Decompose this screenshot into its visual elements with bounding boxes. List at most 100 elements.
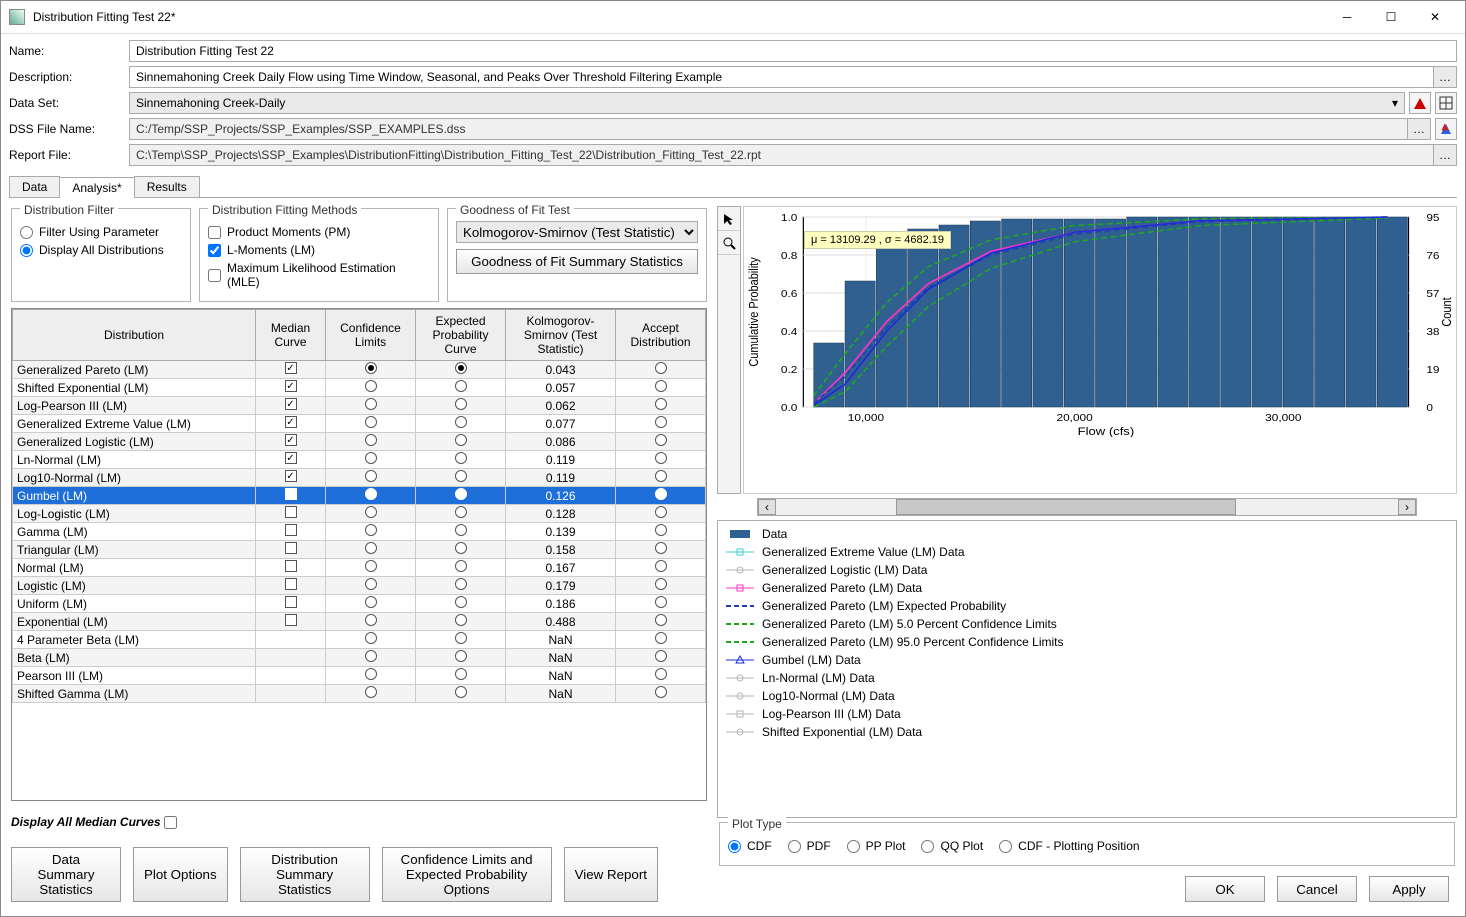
table-row[interactable]: Shifted Exponential (LM)0.057: [13, 379, 706, 397]
name-label: Name:: [9, 44, 129, 58]
legend-item[interactable]: Data: [722, 525, 1452, 543]
table-row[interactable]: Gumbel (LM)0.126: [13, 487, 706, 505]
legend-item[interactable]: Generalized Pareto (LM) Data: [722, 579, 1452, 597]
svg-text:0.2: 0.2: [781, 365, 797, 376]
scroll-thumb[interactable]: [896, 499, 1236, 515]
plot-cdfpp-radio[interactable]: CDF - Plotting Position: [999, 839, 1139, 853]
table-row[interactable]: Logistic (LM)0.179: [13, 577, 706, 595]
cancel-button[interactable]: Cancel: [1277, 876, 1357, 902]
gof-test-select[interactable]: Kolmogorov-Smirnov (Test Statistic): [456, 221, 698, 243]
table-row[interactable]: Shifted Gamma (LM)NaN: [13, 685, 706, 703]
dataset-select[interactable]: Sinnemahoning Creek-Daily▾: [129, 92, 1405, 114]
plot-type-legend: Plot Type: [728, 817, 786, 831]
tab-analysis[interactable]: Analysis*: [59, 177, 134, 198]
legend-item[interactable]: Log-Pearson III (LM) Data: [722, 705, 1452, 723]
gof-legend: Goodness of Fit Test: [456, 203, 574, 217]
table-icon[interactable]: [1435, 92, 1457, 114]
zoom-tool[interactable]: [718, 231, 740, 255]
table-row[interactable]: Ln-Normal (LM)0.119: [13, 451, 706, 469]
plot-pp-radio[interactable]: PP Plot: [847, 839, 906, 853]
legend-item[interactable]: Generalized Logistic (LM) Data: [722, 561, 1452, 579]
dist-icon[interactable]: [1435, 118, 1457, 140]
legend-item[interactable]: Ln-Normal (LM) Data: [722, 669, 1452, 687]
legend-item[interactable]: Generalized Pareto (LM) Expected Probabi…: [722, 597, 1452, 615]
tab-results[interactable]: Results: [134, 176, 200, 197]
table-row[interactable]: Log10-Normal (LM)0.119: [13, 469, 706, 487]
plot-pdf-radio[interactable]: PDF: [788, 839, 831, 853]
plot-qq-radio[interactable]: QQ Plot: [921, 839, 983, 853]
mle-checkbox[interactable]: Maximum Likelihood Estimation (MLE): [208, 261, 430, 289]
scroll-left-icon[interactable]: ‹: [758, 499, 776, 515]
plot-icon[interactable]: [1409, 92, 1431, 114]
tab-data[interactable]: Data: [9, 176, 60, 197]
legend-item[interactable]: Generalized Pareto (LM) 95.0 Percent Con…: [722, 633, 1452, 651]
reportfile-field: C:\Temp\SSP_Projects\SSP_Examples\Distri…: [129, 144, 1434, 166]
display-all-dist-radio[interactable]: Display All Distributions: [20, 243, 182, 257]
table-row[interactable]: 4 Parameter Beta (LM)NaN: [13, 631, 706, 649]
maximize-button[interactable]: ☐: [1369, 5, 1413, 29]
table-row[interactable]: Gamma (LM)0.139: [13, 523, 706, 541]
description-field[interactable]: Sinnemahoning Creek Daily Flow using Tim…: [129, 66, 1434, 88]
tabs: Data Analysis* Results: [9, 176, 1457, 198]
chart-area[interactable]: 0.00.20.40.60.81.00193857769510,00020,00…: [743, 206, 1457, 494]
table-row[interactable]: Exponential (LM)0.488: [13, 613, 706, 631]
legend-item[interactable]: Log10-Normal (LM) Data: [722, 687, 1452, 705]
reportfile-browse-button[interactable]: …: [1433, 144, 1457, 166]
dist-summary-button[interactable]: Distribution Summary Statistics: [240, 847, 370, 902]
chart-hscroll[interactable]: ‹ ›: [757, 498, 1417, 516]
legend-item[interactable]: Generalized Pareto (LM) 5.0 Percent Conf…: [722, 615, 1452, 633]
lm-checkbox[interactable]: L-Moments (LM): [208, 243, 430, 257]
minimize-button[interactable]: ─: [1325, 5, 1369, 29]
legend-item[interactable]: Generalized Extreme Value (LM) Data: [722, 543, 1452, 561]
table-row[interactable]: Generalized Logistic (LM)0.086: [13, 433, 706, 451]
svg-text:57: 57: [1426, 289, 1439, 300]
ok-button[interactable]: OK: [1185, 876, 1265, 902]
legend-item[interactable]: Shifted Exponential (LM) Data: [722, 723, 1452, 741]
svg-text:76: 76: [1426, 251, 1439, 262]
col-accept[interactable]: Accept Distribution: [616, 310, 706, 361]
table-row[interactable]: Pearson III (LM)NaN: [13, 667, 706, 685]
close-button[interactable]: ✕: [1413, 5, 1457, 29]
svg-text:Cumulative Probability: Cumulative Probability: [746, 257, 761, 366]
svg-text:0: 0: [1426, 403, 1433, 414]
description-more-button[interactable]: …: [1433, 66, 1457, 88]
svg-text:1.0: 1.0: [781, 213, 797, 224]
scroll-right-icon[interactable]: ›: [1398, 499, 1416, 515]
col-conf[interactable]: Confidence Limits: [326, 310, 416, 361]
plot-options-button[interactable]: Plot Options: [133, 847, 228, 902]
chart-legend[interactable]: DataGeneralized Extreme Value (LM) DataG…: [717, 520, 1457, 818]
table-row[interactable]: Triangular (LM)0.158: [13, 541, 706, 559]
plot-cdf-radio[interactable]: CDF: [728, 839, 772, 853]
table-row[interactable]: Normal (LM)0.167: [13, 559, 706, 577]
view-report-button[interactable]: View Report: [564, 847, 658, 902]
table-row[interactable]: Beta (LM)NaN: [13, 649, 706, 667]
svg-text:19: 19: [1426, 365, 1439, 376]
table-row[interactable]: Log-Pearson III (LM)0.062: [13, 397, 706, 415]
window-title: Distribution Fitting Test 22*: [33, 10, 1325, 24]
col-expected[interactable]: Expected Probability Curve: [416, 310, 506, 361]
app-icon: [9, 9, 25, 25]
dssfile-browse-button[interactable]: …: [1407, 118, 1431, 140]
filter-using-parameter-radio[interactable]: Filter Using Parameter: [20, 225, 182, 239]
table-row[interactable]: Uniform (LM)0.186: [13, 595, 706, 613]
conf-limits-button[interactable]: Confidence Limits and Expected Probabili…: [382, 847, 552, 902]
col-ks[interactable]: Kolmogorov-Smirnov (Test Statistic): [506, 310, 616, 361]
svg-text:10,000: 10,000: [848, 413, 884, 424]
svg-text:0.6: 0.6: [781, 289, 797, 300]
col-median[interactable]: Median Curve: [256, 310, 326, 361]
gof-summary-button[interactable]: Goodness of Fit Summary Statistics: [456, 249, 698, 274]
fitting-methods-legend: Distribution Fitting Methods: [208, 203, 361, 217]
table-row[interactable]: Generalized Extreme Value (LM)0.077: [13, 415, 706, 433]
name-field[interactable]: Distribution Fitting Test 22: [129, 40, 1457, 62]
display-all-median-curves-checkbox[interactable]: Display All Median Curves: [11, 815, 183, 829]
col-distribution[interactable]: Distribution: [13, 310, 256, 361]
pm-checkbox[interactable]: Product Moments (PM): [208, 225, 430, 239]
data-summary-button[interactable]: Data Summary Statistics: [11, 847, 121, 902]
legend-item[interactable]: Gumbel (LM) Data: [722, 651, 1452, 669]
table-row[interactable]: Generalized Pareto (LM)0.043: [13, 361, 706, 379]
pointer-tool[interactable]: [718, 207, 740, 231]
distribution-table[interactable]: Distribution Median Curve Confidence Lim…: [11, 308, 707, 801]
reportfile-label: Report File:: [9, 148, 129, 162]
table-row[interactable]: Log-Logistic (LM)0.128: [13, 505, 706, 523]
apply-button[interactable]: Apply: [1369, 876, 1449, 902]
